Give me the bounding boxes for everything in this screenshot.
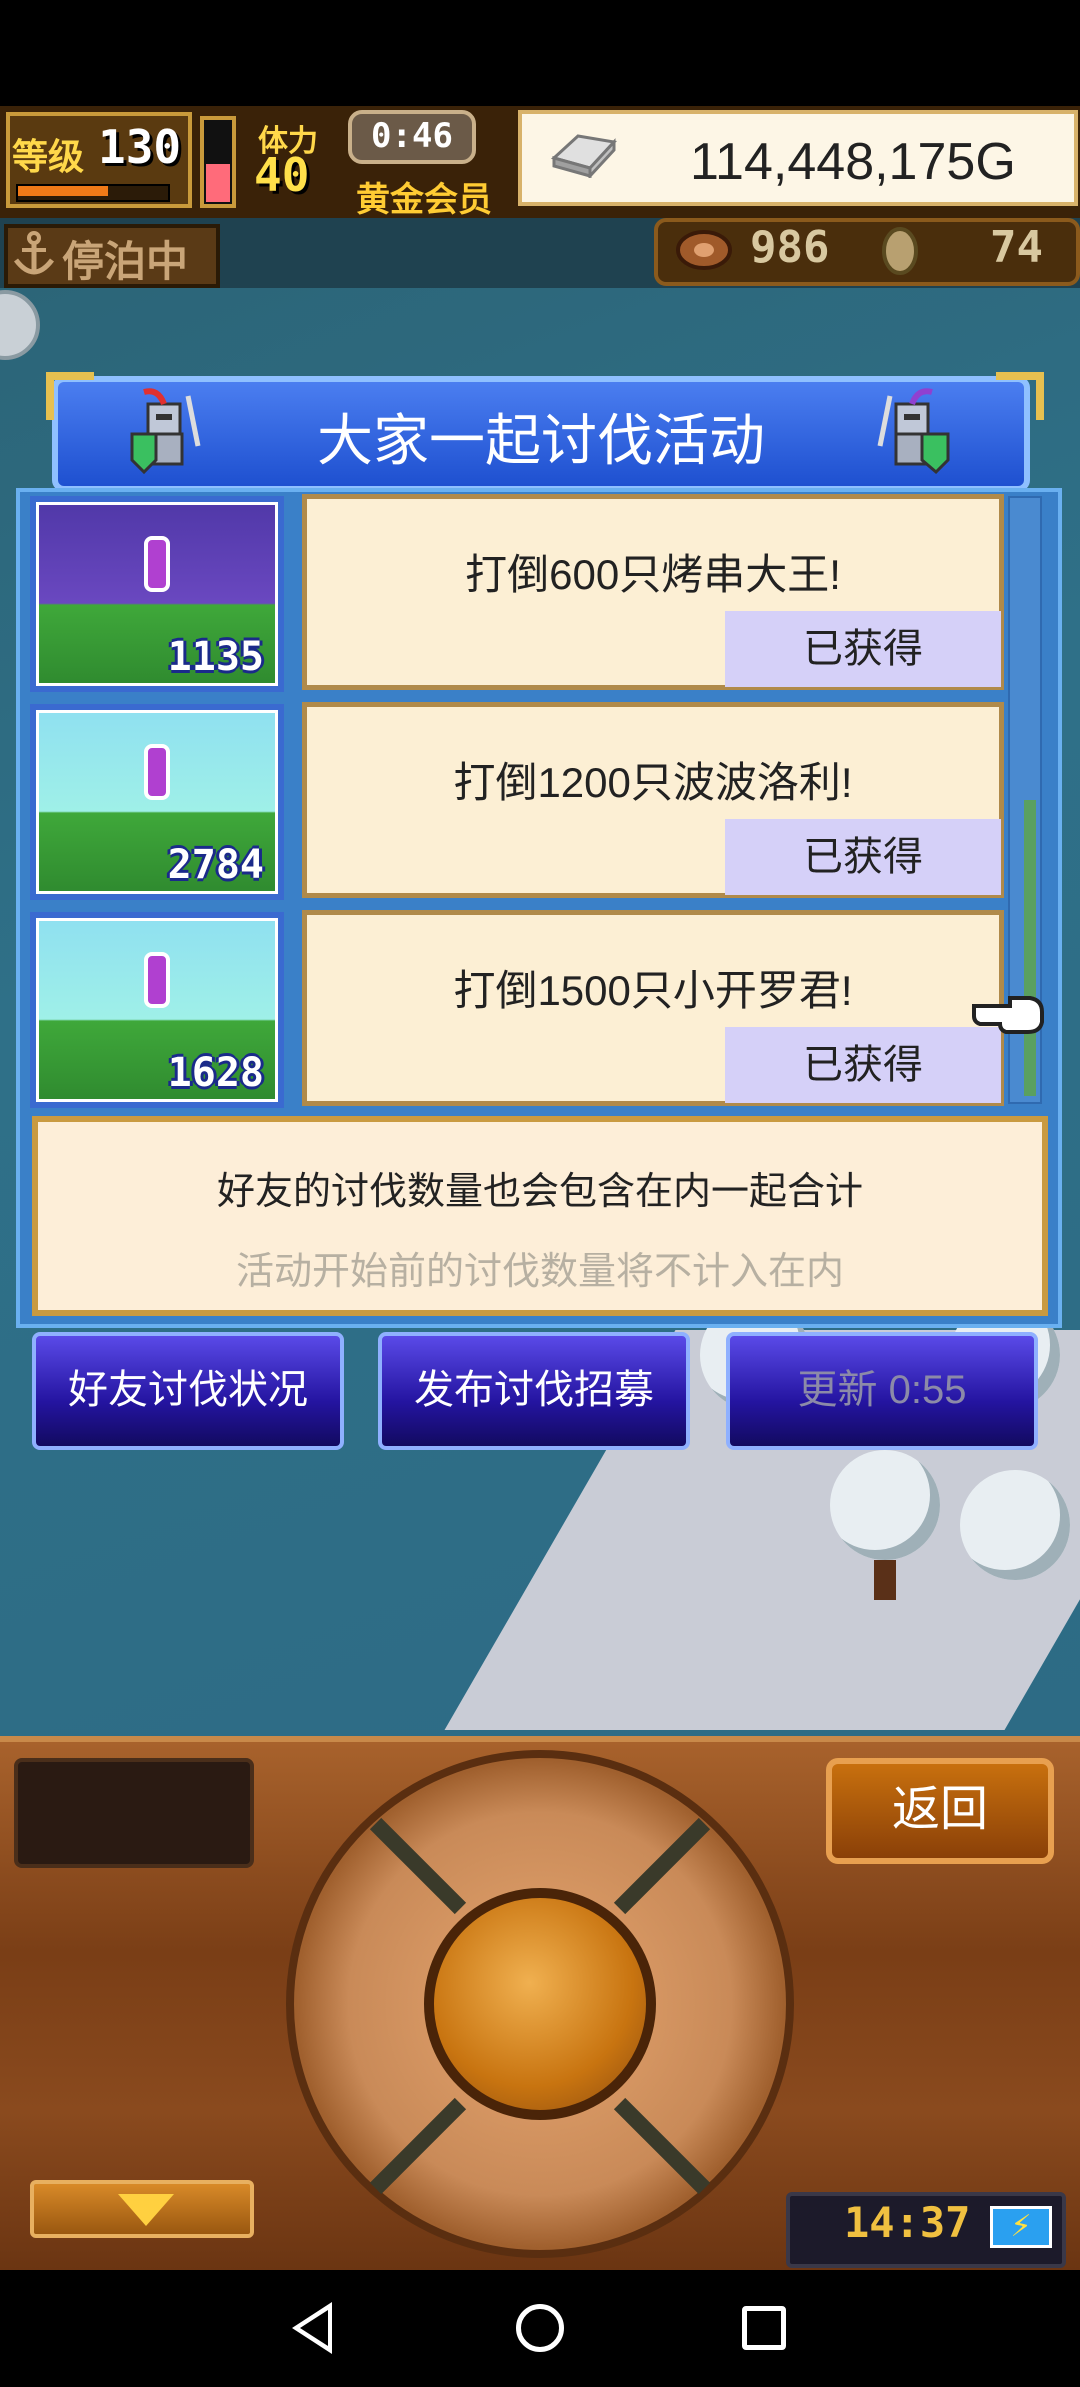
resource-2-value: 74 (990, 222, 1043, 273)
nav-home-icon[interactable] (516, 2304, 564, 2352)
enemy-thumbnail: 1135 (30, 496, 284, 692)
quest-text: 打倒1500只小开罗君! (453, 967, 853, 1014)
scrollbar-thumb[interactable] (1024, 800, 1036, 1096)
nav-recents-icon[interactable] (742, 2306, 786, 2350)
obtained-badge: 已获得 (725, 611, 1001, 687)
battery-charging-icon: ⚡ (990, 2206, 1052, 2248)
chevron-down-icon (118, 2194, 174, 2226)
empty-slot (14, 1758, 254, 1868)
kill-count: 1135 (167, 634, 264, 680)
level-value: 130 (98, 120, 182, 174)
timer-value: 0:46 (371, 116, 453, 156)
nav-back-icon-inner (300, 2310, 328, 2346)
quest-text: 打倒1200只波波洛利! (453, 759, 853, 806)
note-line-2: 活动开始前的讨伐数量将不计入在内 (235, 1251, 844, 1293)
stamina-value: 40 (254, 148, 310, 202)
status-bar-area (0, 0, 1080, 106)
exp-bar-fill (18, 186, 108, 196)
coin-icon (882, 227, 918, 275)
level-label: 等级 (12, 137, 85, 178)
quest-card: 打倒1200只波波洛利! 已获得 (302, 702, 1004, 898)
clock-value: 14:37 (844, 2198, 971, 2247)
note-line-1: 好友的讨伐数量也会包含在内一起合计 (216, 1171, 863, 1213)
alert-icon (144, 536, 170, 592)
stamina-gauge-fill (206, 164, 230, 202)
silver-bar-icon (550, 134, 617, 178)
event-title: 大家一起讨伐活动 (317, 409, 765, 472)
alert-icon (144, 744, 170, 800)
quest-text: 打倒600只烤串大王! (465, 551, 841, 598)
docked-label: 停泊中 (62, 237, 189, 286)
anchor-icon (14, 231, 54, 275)
quest-card: 打倒1500只小开罗君! 已获得 (302, 910, 1004, 1106)
hand-pointer-icon (972, 996, 1044, 1034)
alert-icon (144, 952, 170, 1008)
dpad-center-button[interactable] (424, 1888, 656, 2120)
friend-status-button[interactable]: 好友讨伐状况 (32, 1332, 344, 1450)
resource-1-value: 986 (750, 222, 830, 273)
obtained-badge: 已获得 (725, 819, 1001, 895)
snow-tree (960, 1470, 1070, 1580)
post-recruit-button[interactable]: 发布讨伐招募 (378, 1332, 690, 1450)
back-button[interactable]: 返回 (826, 1758, 1054, 1864)
enemy-thumbnail: 2784 (30, 704, 284, 900)
enemy-thumbnail: 1628 (30, 912, 284, 1108)
kill-count: 2784 (167, 842, 264, 888)
meat-icon (676, 230, 732, 270)
gold-value: 114,448,175G (690, 133, 1016, 191)
tree-trunk (874, 1560, 896, 1600)
refresh-button[interactable]: 更新 0:55 (726, 1332, 1038, 1450)
quest-card: 打倒600只烤串大王! 已获得 (302, 494, 1004, 690)
obtained-badge: 已获得 (725, 1027, 1001, 1103)
kill-count: 1628 (167, 1050, 264, 1096)
snow-tree (830, 1450, 940, 1560)
member-label: 黄金会员 (356, 180, 492, 220)
